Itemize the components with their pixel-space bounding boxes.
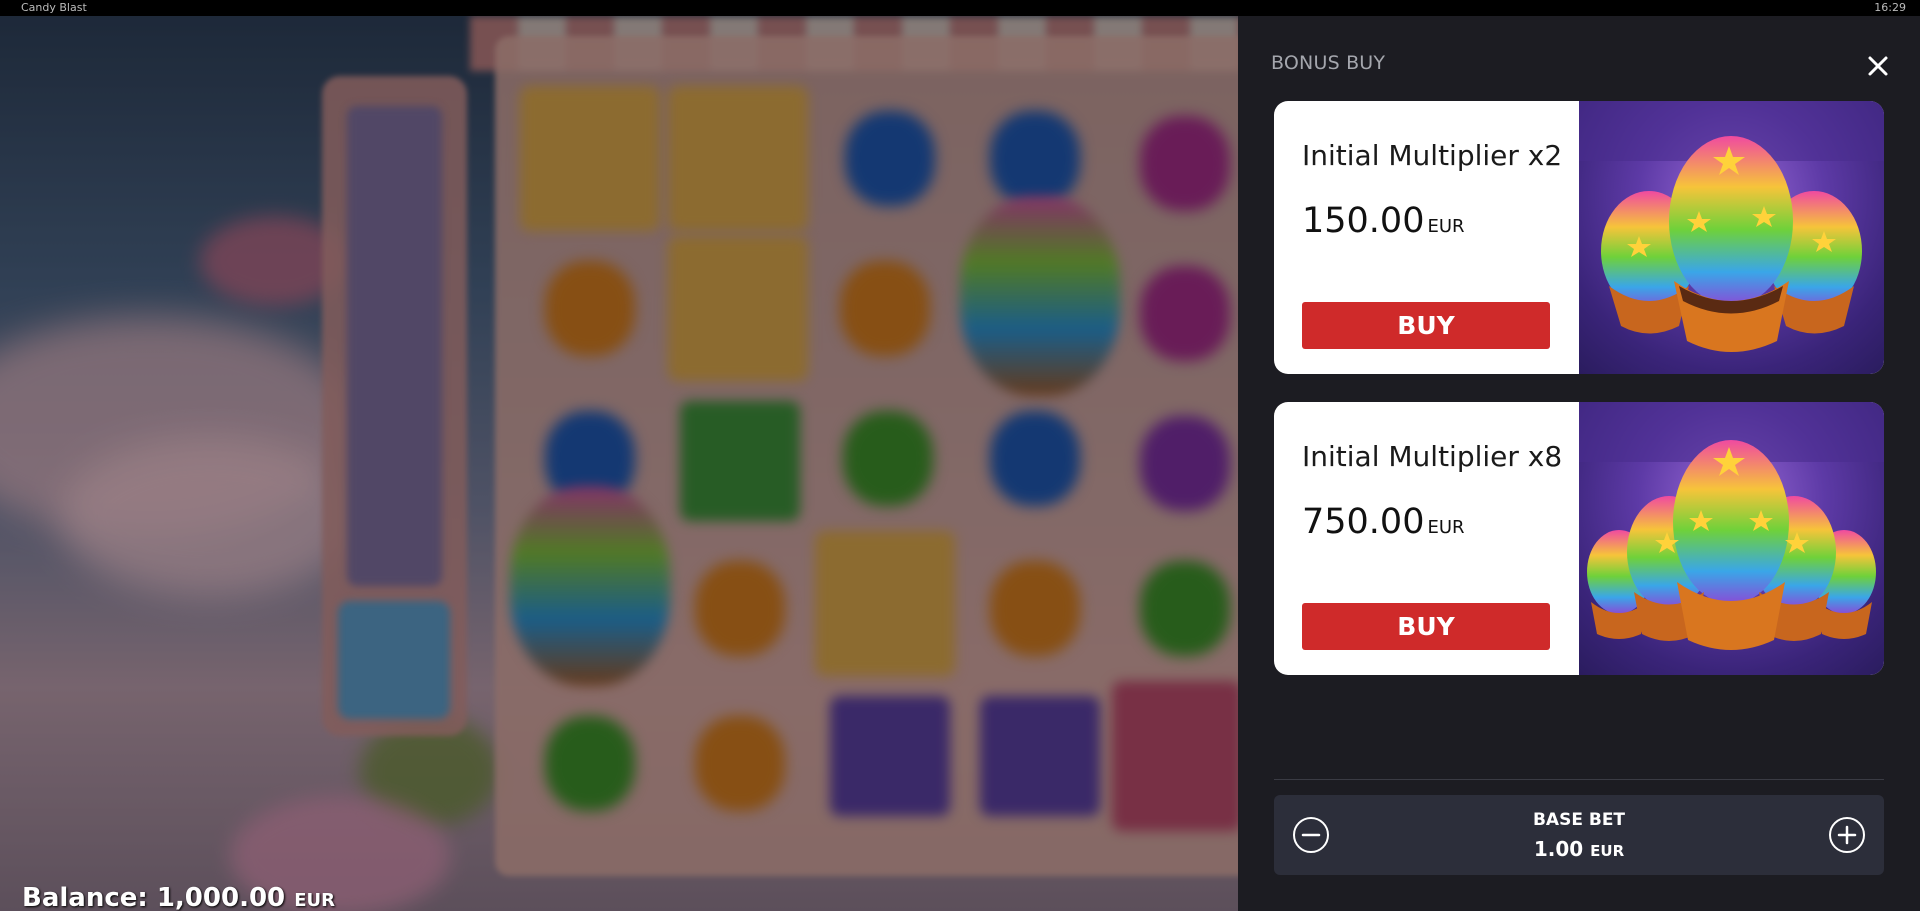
- close-button[interactable]: [1858, 46, 1898, 86]
- panel-title: BONUS BUY: [1271, 52, 1386, 74]
- option-price-currency: EUR: [1427, 517, 1465, 538]
- rainbow-cupcakes-illustration: [1579, 402, 1884, 650]
- option-price: 750.00 EUR: [1302, 502, 1465, 542]
- clock: 16:29: [1874, 1, 1906, 14]
- option-price-value: 150.00: [1302, 201, 1425, 241]
- dim-overlay: [0, 16, 1238, 911]
- balance-value: 1,000.00: [156, 883, 286, 911]
- bonus-option-card: Initial Multiplier x8 750.00 EUR BUY: [1274, 402, 1884, 675]
- bonus-art-image: [1579, 402, 1884, 675]
- base-bet-currency: EUR: [1590, 842, 1625, 860]
- option-name: Initial Multiplier x8: [1302, 440, 1563, 473]
- rainbow-cupcakes-illustration: [1579, 101, 1884, 352]
- buy-button[interactable]: BUY: [1302, 302, 1550, 349]
- window-title: Candy Blast: [21, 1, 87, 14]
- option-price-currency: EUR: [1427, 216, 1465, 237]
- plus-circle-icon: [1829, 817, 1865, 853]
- divider: [1274, 779, 1884, 780]
- base-bet-label: BASE BET: [1532, 810, 1626, 830]
- option-price: 150.00 EUR: [1302, 201, 1465, 241]
- window-title-bar: Candy Blast 16:29: [0, 0, 1920, 16]
- game-backdrop: Balance: 1,000.00 EUR: [0, 16, 1238, 911]
- bonus-art-image: [1579, 101, 1884, 374]
- option-name: Initial Multiplier x2: [1302, 139, 1563, 172]
- balance-label: Balance:: [22, 883, 148, 911]
- buy-button[interactable]: BUY: [1302, 603, 1550, 650]
- base-bet-amount: 1.00: [1533, 837, 1584, 861]
- bonus-option-card: Initial Multiplier x2 150.00 EUR BUY: [1274, 101, 1884, 374]
- balance-currency: EUR: [294, 890, 335, 911]
- close-icon: [1868, 56, 1888, 76]
- option-price-value: 750.00: [1302, 502, 1425, 542]
- balance-display: Balance: 1,000.00 EUR: [22, 883, 335, 911]
- base-bet-control: BASE BET 1.00 EUR: [1274, 795, 1884, 875]
- increase-bet-button[interactable]: [1828, 816, 1866, 854]
- base-bet-value: 1.00 EUR: [1274, 837, 1884, 861]
- bonus-buy-panel: BONUS BUY Initial Multiplier x2 150.00 EU…: [1238, 16, 1920, 911]
